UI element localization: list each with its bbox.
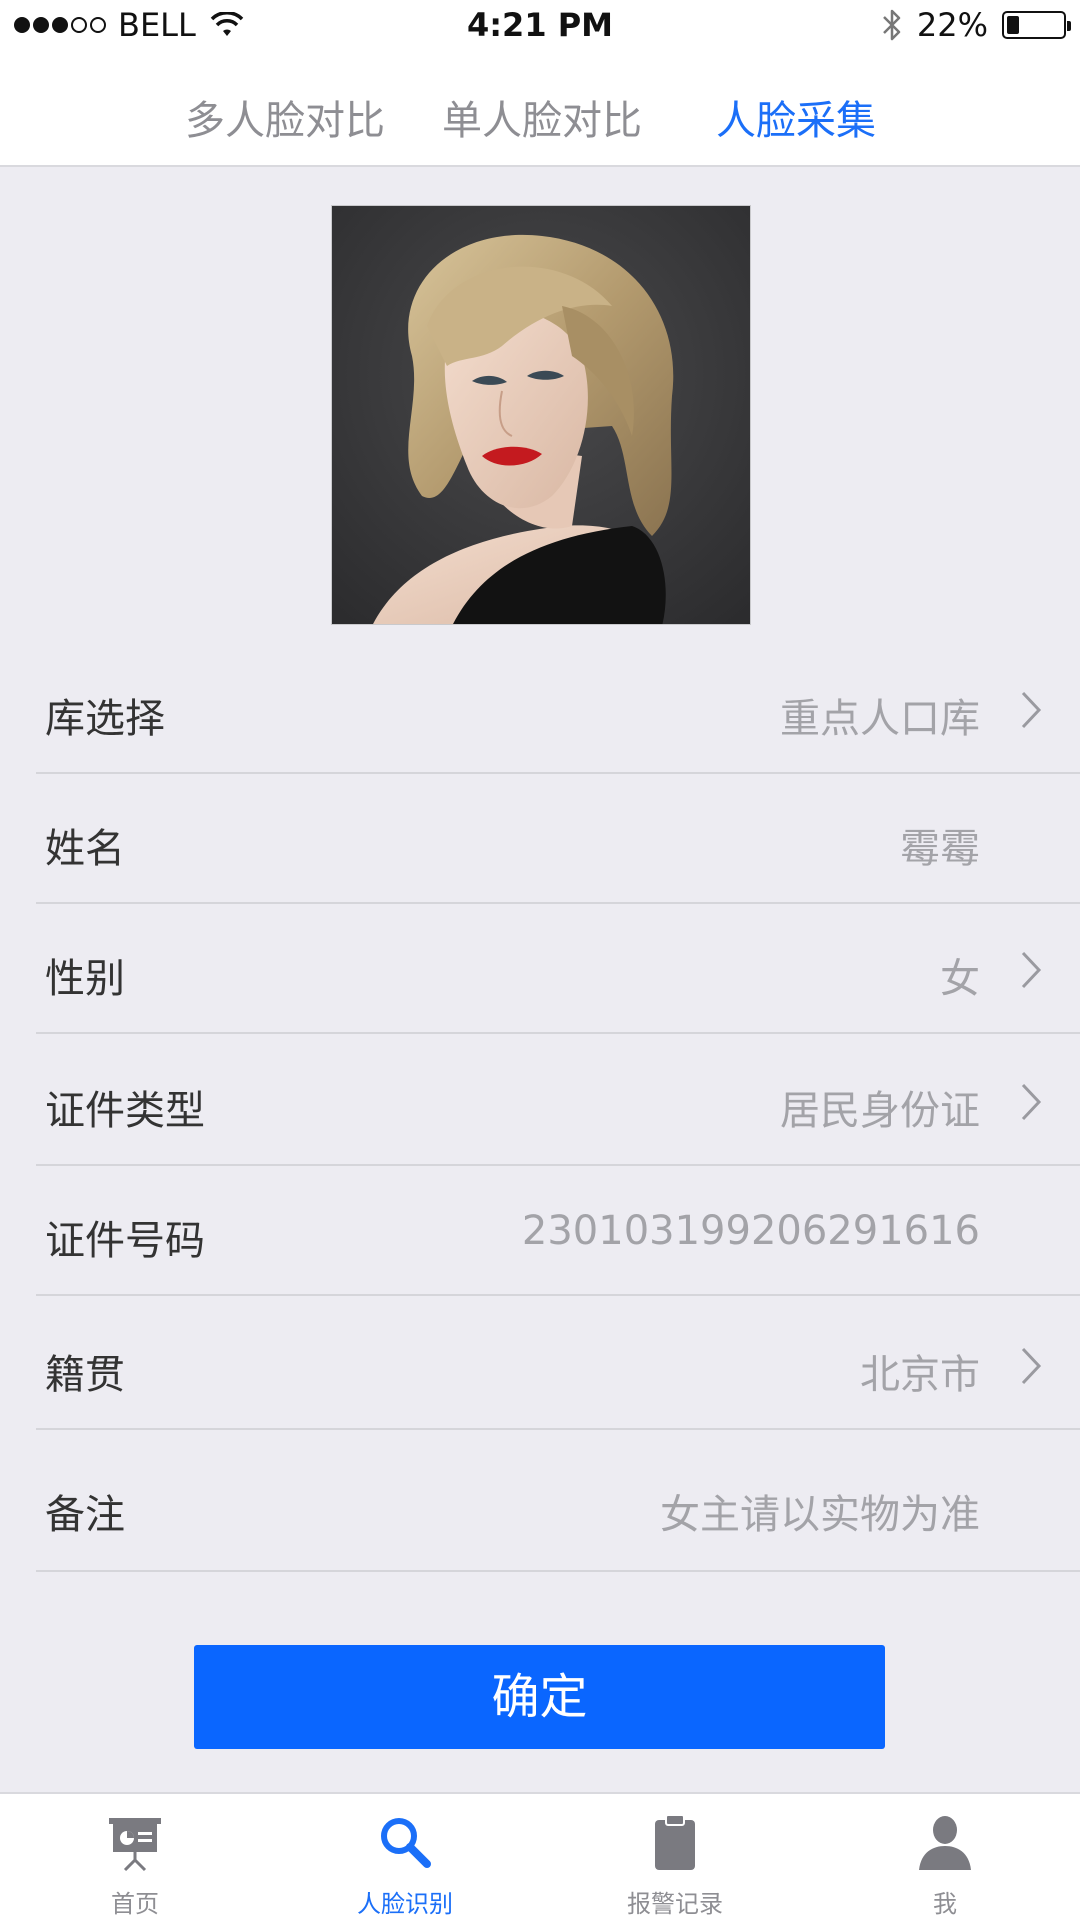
- gender-row[interactable]: 性别 女: [36, 904, 1080, 1034]
- row-label: 证件号码: [45, 1218, 205, 1264]
- row-label: 备注: [45, 1492, 125, 1538]
- tab-me[interactable]: 我: [810, 1794, 1080, 1920]
- presentation-board-icon: [109, 1818, 161, 1872]
- bluetooth-icon: [882, 9, 901, 41]
- tab-face-recognition[interactable]: 人脸识别: [270, 1794, 540, 1920]
- row-label: 姓名: [45, 826, 125, 872]
- remarks-row[interactable]: 备注 女主请以实物为准: [36, 1430, 1080, 1572]
- user-icon: [919, 1816, 971, 1870]
- tab-face-capture[interactable]: 人脸采集: [716, 88, 876, 146]
- tab-home[interactable]: 首页: [0, 1794, 270, 1920]
- status-right: 22%: [881, 6, 1071, 44]
- id-type-row[interactable]: 证件类型 居民身份证: [36, 1034, 1080, 1166]
- id-number-field[interactable]: 230103199206291616: [522, 1208, 980, 1254]
- row-label: 籍贯: [45, 1352, 125, 1398]
- row-label: 性别: [45, 956, 125, 1002]
- search-icon: [381, 1818, 431, 1868]
- chevron-right-icon: [1021, 1083, 1042, 1121]
- row-value: 重点人口库: [780, 696, 980, 742]
- chevron-right-icon: [1021, 1347, 1042, 1385]
- tab-label: 我: [933, 1890, 957, 1918]
- chevron-right-icon: [1021, 951, 1042, 989]
- row-value: 女: [940, 956, 980, 1002]
- id-number-row[interactable]: 证件号码 230103199206291616: [36, 1166, 1080, 1296]
- native-place-row[interactable]: 籍贯 北京市: [36, 1296, 1080, 1430]
- name-row[interactable]: 姓名 霉霉: [36, 774, 1080, 904]
- face-photo[interactable]: [331, 205, 751, 625]
- battery-cap: [1067, 21, 1071, 31]
- tab-label: 首页: [111, 1890, 159, 1918]
- name-field[interactable]: 霉霉: [900, 816, 980, 874]
- tab-alarm-records[interactable]: 报警记录: [540, 1794, 810, 1920]
- tab-single-face-compare[interactable]: 单人脸对比: [442, 88, 642, 146]
- library-select-row[interactable]: 库选择 重点人口库: [36, 640, 1080, 774]
- chevron-right-icon: [1021, 691, 1042, 729]
- row-label: 证件类型: [45, 1088, 205, 1134]
- bottom-tab-bar: 首页 人脸识别 报警记录 我: [0, 1792, 1080, 1920]
- portrait-image: [332, 206, 750, 624]
- clipboard-icon: [655, 1814, 695, 1870]
- battery-percent: 22%: [916, 6, 988, 44]
- battery-icon: [1002, 11, 1071, 39]
- confirm-button[interactable]: 确定: [194, 1645, 885, 1749]
- row-value: 北京市: [860, 1352, 980, 1398]
- remarks-field[interactable]: 女主请以实物为准: [660, 1482, 980, 1540]
- tab-label: 报警记录: [627, 1890, 723, 1918]
- tab-label: 人脸识别: [357, 1890, 453, 1918]
- tab-multi-face-compare[interactable]: 多人脸对比: [185, 88, 385, 146]
- row-value: 居民身份证: [780, 1088, 980, 1134]
- battery-fill: [1007, 16, 1019, 34]
- row-label: 库选择: [45, 696, 165, 742]
- top-tab-bar: 多人脸对比 单人脸对比 人脸采集: [0, 52, 1080, 167]
- status-bar: BELL 4:21 PM 22%: [0, 0, 1080, 52]
